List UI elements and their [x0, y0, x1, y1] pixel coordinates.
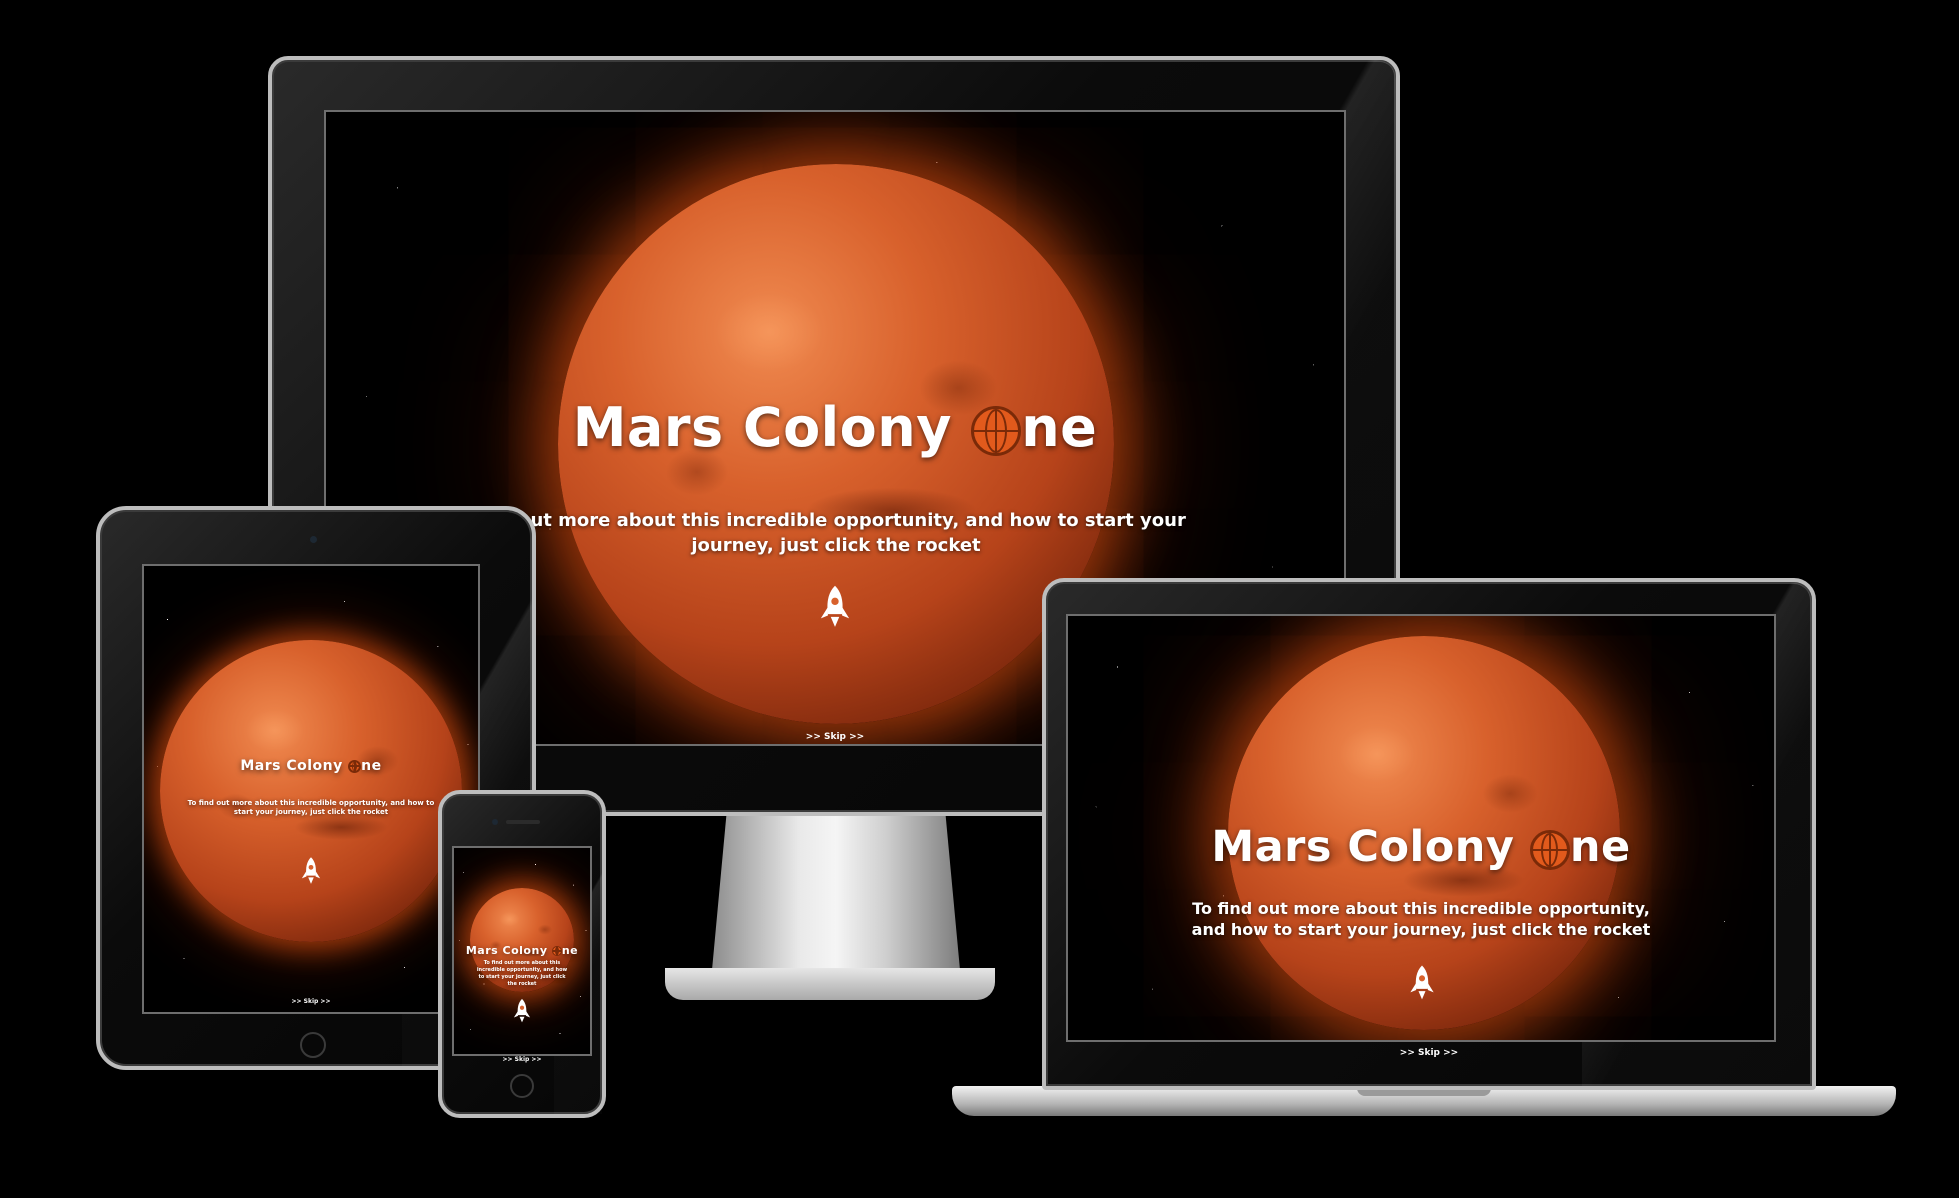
tagline-line2: journey, just click the rocket: [691, 535, 981, 556]
site-title-text: Mars Colony: [465, 944, 552, 957]
tablet-screen: Mars Colony ne To find out more about th…: [142, 564, 480, 1014]
skip-link[interactable]: >> Skip >>: [442, 1056, 602, 1063]
site-title-suffix: ne: [1569, 822, 1631, 872]
phone-camera: [492, 819, 498, 825]
rocket-icon[interactable]: [300, 856, 322, 886]
rocket-icon[interactable]: [818, 584, 852, 630]
monitor-stand-neck: [712, 810, 960, 970]
tablet-camera: [310, 536, 317, 543]
phone-frame: Mars Colony ne To find out more about th…: [438, 790, 606, 1118]
rocket-icon[interactable]: [1408, 964, 1436, 1002]
site-title: Mars Colony ne: [454, 944, 590, 957]
tagline: To find out more about this incredible o…: [187, 799, 435, 816]
globe-icon: [551, 946, 562, 956]
site-title-text: Mars Colony: [572, 396, 972, 459]
phone-speaker: [506, 820, 540, 824]
tagline: To find out more about this incredible o…: [1191, 899, 1651, 939]
skip-link[interactable]: >> Skip >>: [1046, 1048, 1812, 1058]
site-title-suffix: ne: [1021, 396, 1098, 459]
tagline: nd out more about this incredible opport…: [476, 508, 1196, 558]
globe-icon: [1529, 829, 1570, 870]
tagline: To find out more about this incredible o…: [476, 960, 568, 987]
site-title-text: Mars Colony: [1211, 822, 1530, 872]
phone-screen: Mars Colony ne To find out more about th…: [452, 846, 592, 1056]
site-title-suffix: ne: [561, 944, 579, 957]
site-title-text: Mars Colony: [240, 758, 349, 774]
tablet-home-button[interactable]: [300, 1032, 326, 1058]
monitor-stand-base: [665, 968, 995, 1000]
site-title: Mars Colony ne: [144, 758, 478, 774]
laptop-base: [952, 1086, 1896, 1116]
laptop-lid: Mars Colony ne To find out more about th…: [1042, 578, 1816, 1090]
site-title: Mars Colony ne: [326, 396, 1344, 459]
phone-home-button[interactable]: [510, 1074, 534, 1098]
rocket-icon[interactable]: [512, 998, 532, 1024]
globe-icon: [348, 759, 362, 773]
laptop-screen: Mars Colony ne To find out more about th…: [1066, 614, 1776, 1042]
globe-icon: [971, 406, 1022, 457]
site-title: Mars Colony ne: [1068, 822, 1774, 872]
tagline-line1: nd out more about this incredible opport…: [486, 510, 1186, 531]
mars-planet: [160, 640, 462, 942]
skip-link[interactable]: >> Skip >>: [144, 998, 478, 1005]
site-title-suffix: ne: [361, 758, 382, 774]
